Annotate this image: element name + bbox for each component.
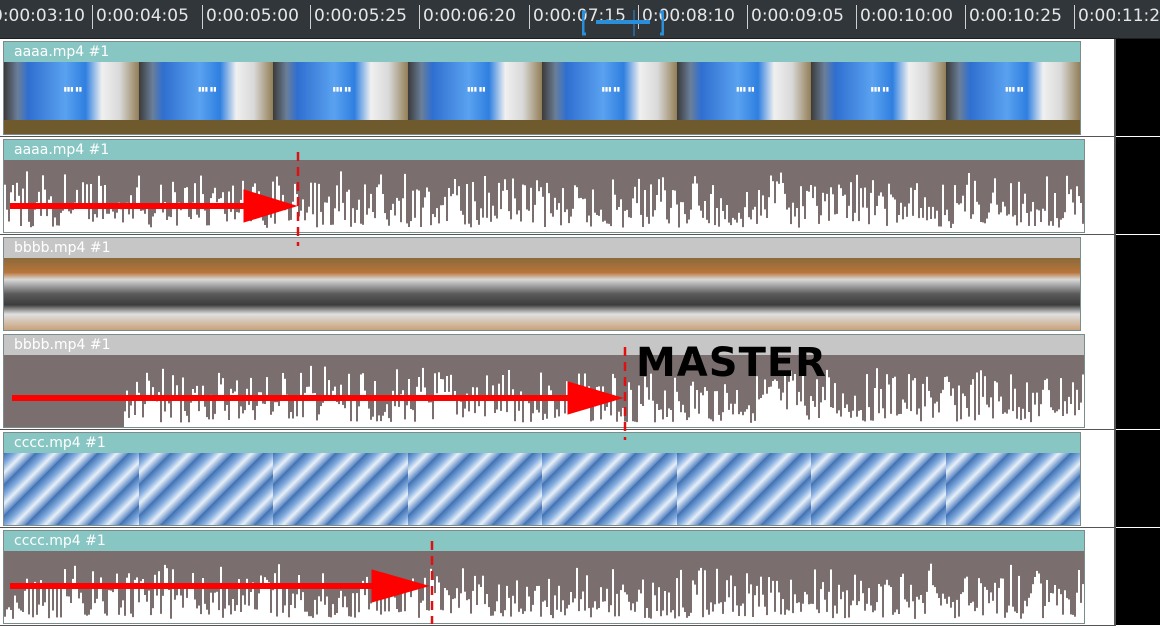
track-end-area: [1114, 137, 1160, 234]
video-track: bbbb.mp4 #1: [0, 235, 1116, 333]
track-end-area: [1114, 235, 1160, 332]
video-thumbnail: ▮▮▮ ▮▮: [4, 62, 140, 134]
ruler-tick: 0:00:11:20: [1074, 3, 1160, 29]
video-thumbnail: [811, 258, 947, 330]
video-thumbnail: [138, 453, 274, 525]
video-track: aaaa.mp4 #1 ▮▮▮ ▮▮ ▮▮▮ ▮▮ ▮▮▮ ▮▮ ▮▮▮ ▮▮ ▮▮▮ ▮…: [0, 39, 1116, 137]
ruler-tick: 0:00:10:25: [965, 3, 1062, 29]
ruler-tick: 0:00:06:20: [419, 3, 516, 29]
audio-track: bbbb.mp4 #1: [0, 332, 1116, 430]
video-thumbnail: [273, 453, 409, 525]
audio-waveform: [4, 551, 1084, 619]
track-end-area: [1114, 332, 1160, 429]
video-thumbnail: [676, 453, 812, 525]
clip-title: bbbb.mp4 #1: [4, 238, 1080, 258]
video-thumbnail: ▮▮▮ ▮▮: [542, 62, 678, 134]
thumbnail-strip: ▮▮▮ ▮▮ ▮▮▮ ▮▮ ▮▮▮ ▮▮ ▮▮▮ ▮▮ ▮▮▮ ▮▮ ▮▮▮ ▮▮ ▮▮▮ …: [4, 62, 1080, 134]
video-thumbnail: ▮▮▮ ▮▮: [811, 62, 947, 134]
video-track: cccc.mp4 #1: [0, 430, 1116, 528]
clip-title: aaaa.mp4 #1: [4, 42, 1080, 62]
timeline-ruler[interactable]: 0:00:03:10 0:00:04:05 0:00:05:00 0:00:05…: [0, 0, 1160, 39]
master-label: MASTER: [636, 340, 827, 386]
video-thumbnail: ▮▮▮ ▮▮: [676, 62, 812, 134]
video-thumbnail: [542, 453, 678, 525]
audio-clip[interactable]: cccc.mp4 #1: [3, 530, 1085, 624]
audio-clip[interactable]: bbbb.mp4 #1: [3, 334, 1085, 428]
video-thumbnail: [542, 258, 678, 330]
clip-title: bbbb.mp4 #1: [4, 335, 1084, 355]
timeline-tracks: aaaa.mp4 #1 ▮▮▮ ▮▮ ▮▮▮ ▮▮ ▮▮▮ ▮▮ ▮▮▮ ▮▮ ▮▮▮ ▮…: [0, 39, 1160, 628]
video-thumbnail: [407, 258, 543, 330]
ruler-tick: 0:00:04:05: [92, 3, 189, 29]
video-clip[interactable]: aaaa.mp4 #1 ▮▮▮ ▮▮ ▮▮▮ ▮▮ ▮▮▮ ▮▮ ▮▮▮ ▮▮ ▮▮▮ ▮…: [3, 41, 1081, 135]
video-thumbnail: ▮▮▮ ▮▮: [407, 62, 543, 134]
video-thumbnail: ▮▮▮ ▮▮: [138, 62, 274, 134]
video-thumbnail: [4, 453, 140, 525]
thumbnail-strip: [4, 453, 1080, 525]
ruler-tick: 0:00:03:10: [0, 3, 85, 29]
clip-title: cccc.mp4 #1: [4, 433, 1080, 453]
audio-track: aaaa.mp4 #1: [0, 137, 1116, 235]
clip-title: cccc.mp4 #1: [4, 531, 1084, 551]
video-clip[interactable]: cccc.mp4 #1: [3, 432, 1081, 526]
audio-waveform: [4, 160, 1084, 228]
playhead-marker[interactable]: [582, 10, 664, 36]
video-thumbnail: [945, 453, 1080, 525]
thumbnail-strip: [4, 258, 1080, 330]
clip-title: aaaa.mp4 #1: [4, 140, 1084, 160]
track-end-area: [1114, 39, 1160, 136]
video-thumbnail: [945, 258, 1080, 330]
ruler-tick: 0:00:05:25: [310, 3, 407, 29]
video-thumbnail: [138, 258, 274, 330]
video-thumbnail: [273, 258, 409, 330]
video-thumbnail: [811, 453, 947, 525]
video-thumbnail: [407, 453, 543, 525]
audio-clip[interactable]: aaaa.mp4 #1: [3, 139, 1085, 233]
video-thumbnail: [4, 258, 140, 330]
track-end-area: [1114, 528, 1160, 625]
video-thumbnail: [676, 258, 812, 330]
ruler-tick: 0:00:05:00: [202, 3, 299, 29]
video-thumbnail: ▮▮▮ ▮▮: [273, 62, 409, 134]
video-clip[interactable]: bbbb.mp4 #1: [3, 237, 1081, 331]
video-thumbnail: ▮▮▮ ▮▮: [945, 62, 1080, 134]
track-end-area: [1114, 430, 1160, 527]
ruler-tick: 0:00:10:00: [856, 3, 953, 29]
audio-waveform: [4, 355, 1084, 427]
audio-track: cccc.mp4 #1: [0, 528, 1116, 626]
ruler-tick: 0:00:09:05: [747, 3, 844, 29]
